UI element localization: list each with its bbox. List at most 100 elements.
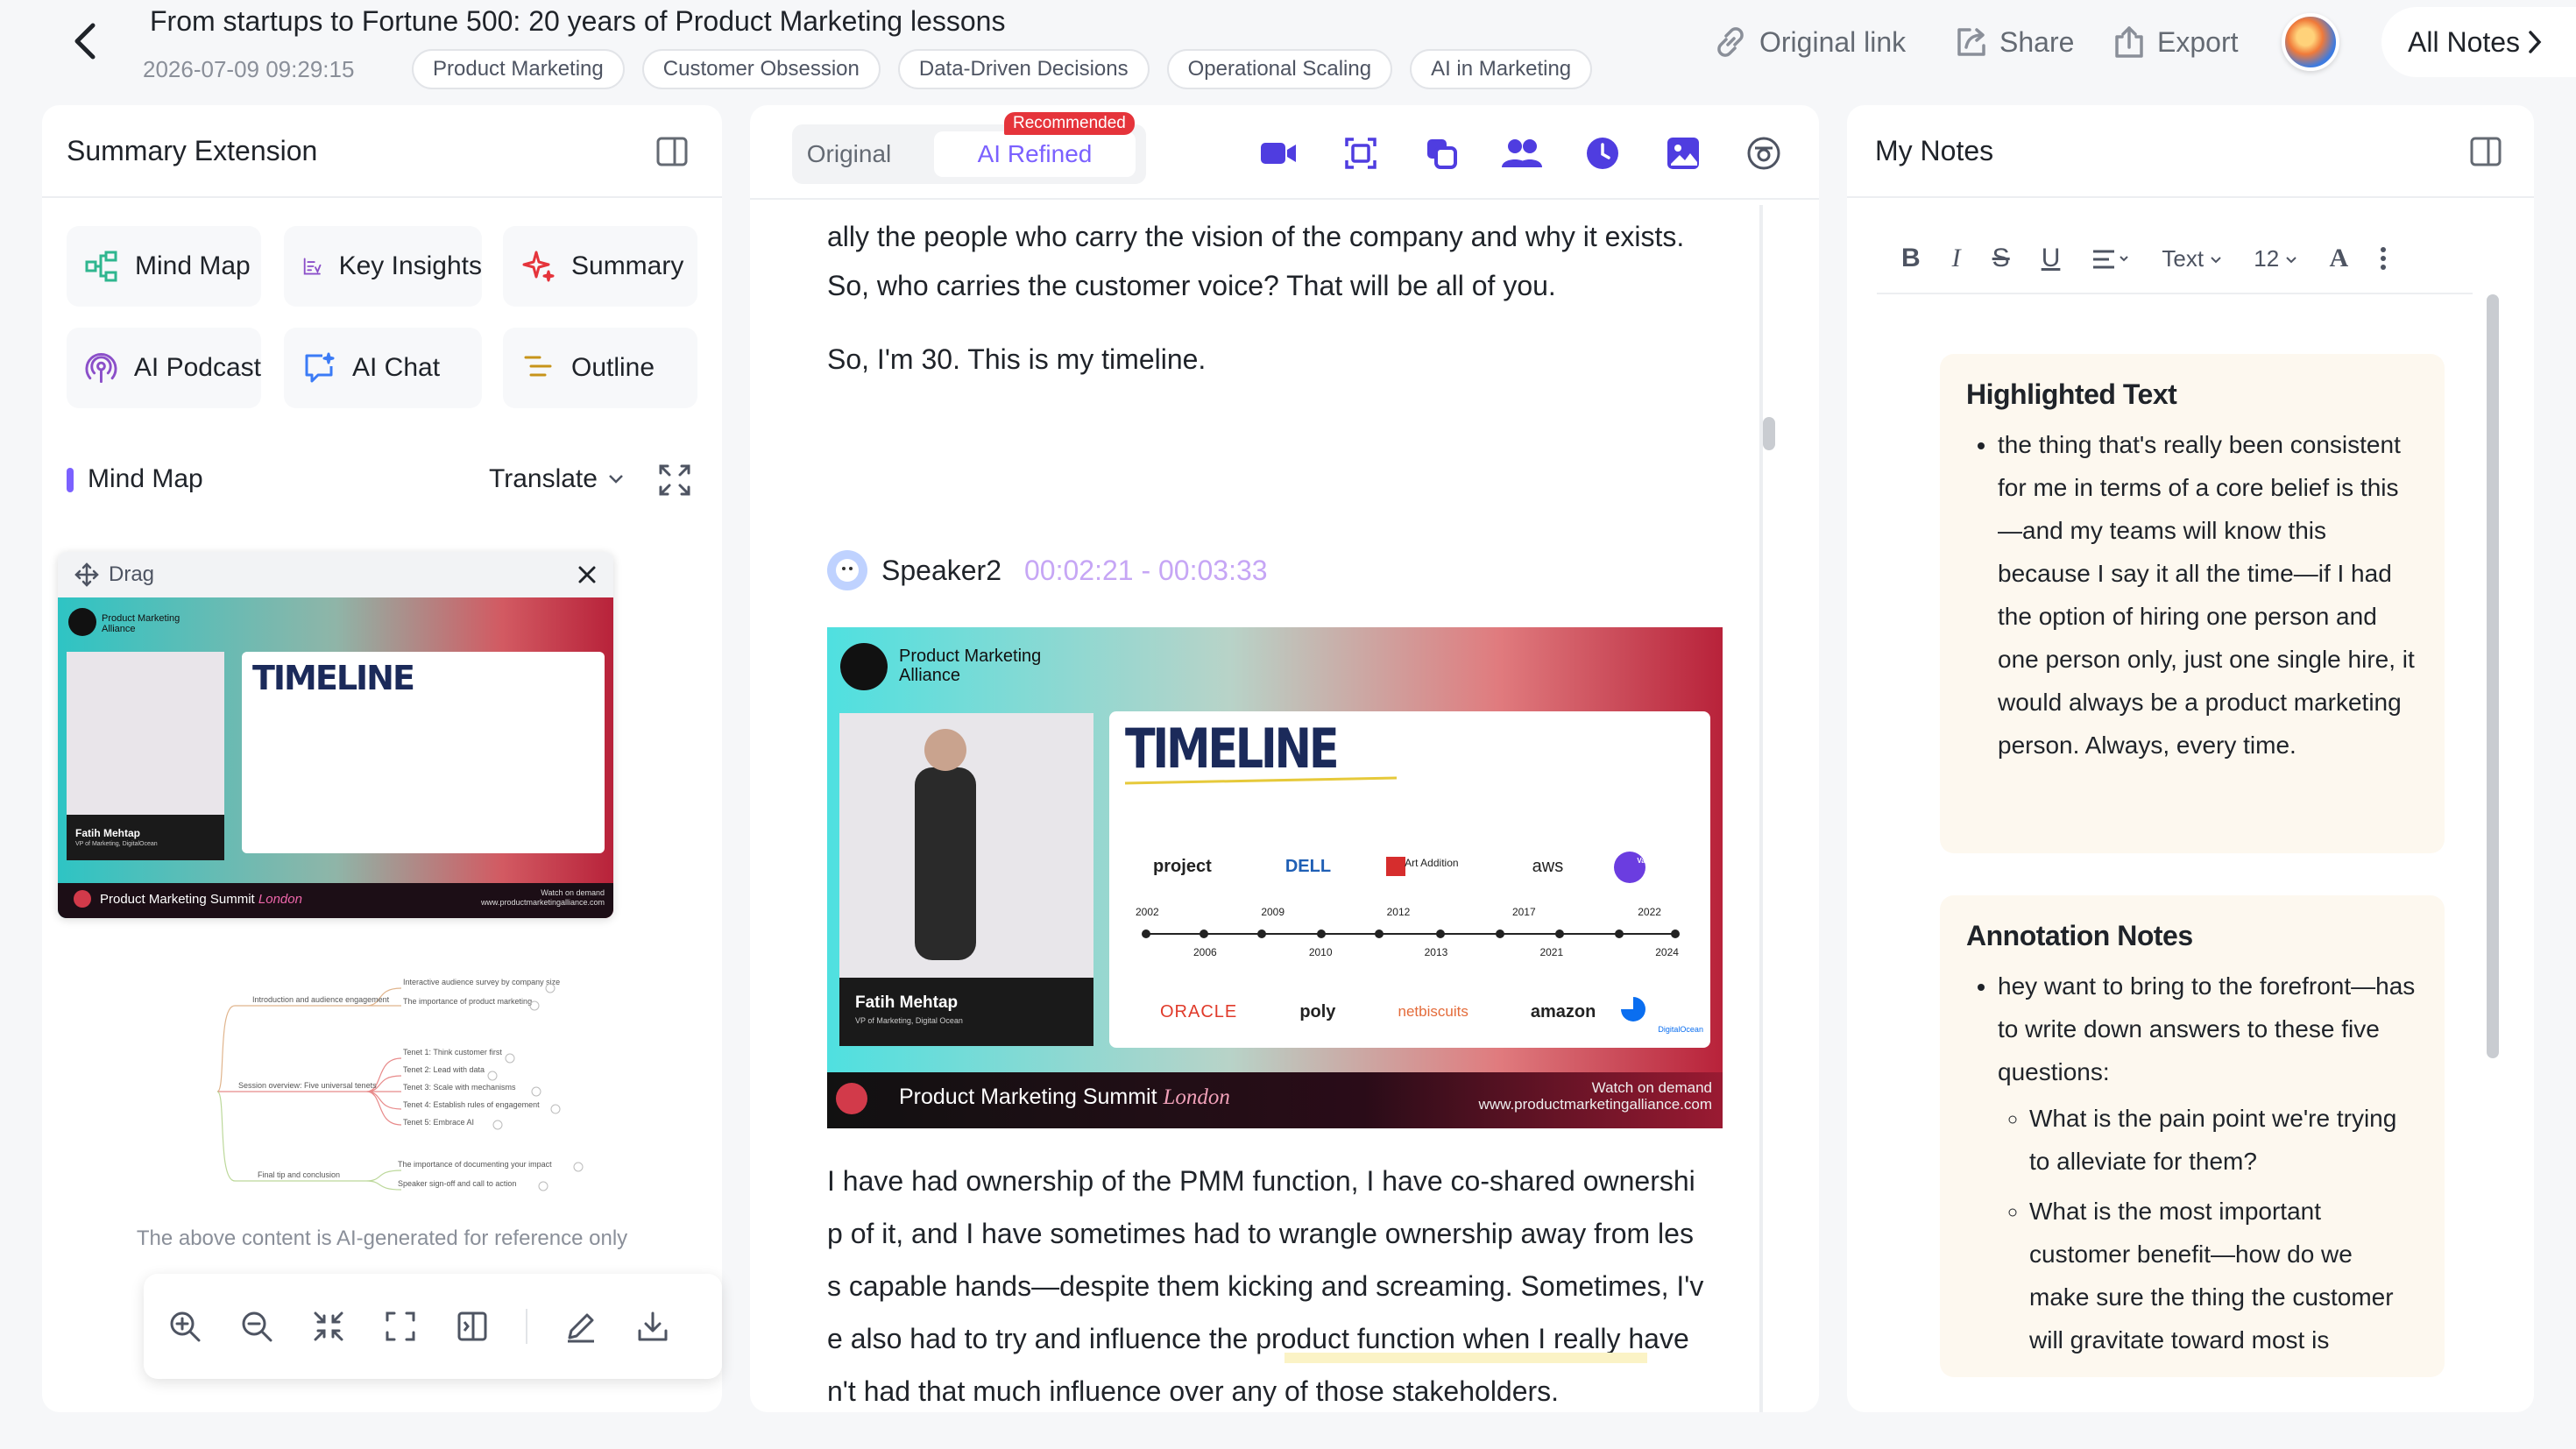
year-label: 2009 — [1261, 906, 1285, 918]
mind-map-tile[interactable]: Mind Map — [67, 226, 261, 307]
logo-text: Art Addition — [1405, 857, 1459, 869]
scrollbar-thumb[interactable] — [1763, 417, 1775, 450]
expand-icon[interactable] — [657, 463, 692, 498]
tag-chip[interactable]: Customer Obsession — [641, 49, 881, 89]
tree-leaf[interactable]: Tenet 5: Embrace AI — [403, 1118, 474, 1127]
text-style-dropdown[interactable]: Text — [2162, 245, 2222, 272]
tree-node[interactable]: Session overview: Five universal tenets — [238, 1081, 377, 1090]
notes-scrollbar[interactable] — [2487, 294, 2499, 1058]
tree-leaf[interactable]: The importance of documenting your impac… — [398, 1160, 552, 1169]
slide-event-text: Product Marketing Summit — [899, 1085, 1157, 1109]
drag-handle[interactable]: Drag — [58, 552, 613, 597]
screenshot-icon[interactable] — [1341, 133, 1381, 173]
share-button[interactable]: Share — [1952, 19, 2074, 65]
tag-chip[interactable]: Data-Driven Decisions — [897, 49, 1150, 89]
underline-icon[interactable]: U — [2042, 244, 2061, 273]
tree-leaf[interactable]: Tenet 1: Think customer first — [403, 1048, 502, 1057]
ai-disclaimer: The above content is AI-generated for re… — [136, 1226, 628, 1250]
font-size-dropdown[interactable]: 12 — [2254, 245, 2297, 272]
thumb-speaker: Fatih Mehtap — [75, 827, 140, 839]
section-marker — [67, 468, 74, 492]
align-dropdown[interactable] — [2091, 244, 2130, 273]
zoom-in-icon[interactable] — [166, 1308, 203, 1345]
strikethrough-icon[interactable]: S — [1992, 244, 2010, 273]
mind-map-tree[interactable]: Introduction and audience engagement Ses… — [165, 953, 655, 1198]
transcript-line: n't had that much influence over any of … — [827, 1375, 1560, 1407]
tab-ai-refined[interactable]: AI Refined — [934, 131, 1136, 177]
tree-leaf[interactable]: Tenet 4: Establish rules of engagement — [403, 1100, 540, 1109]
speaker-avatar — [827, 550, 867, 590]
tree-node[interactable]: Introduction and audience engagement — [252, 995, 390, 1004]
logo-text: ORACLE — [1160, 1001, 1238, 1021]
slide-watch: Watch on demand www.productmarketingallia… — [1476, 1079, 1712, 1113]
tree-leaf[interactable]: Speaker sign-off and call to action — [398, 1179, 516, 1188]
annotation-notes-card[interactable]: Annotation Notes hey want to bring to th… — [1940, 895, 2445, 1377]
tag-chip[interactable]: AI in Marketing — [1410, 49, 1593, 89]
highlight-mark — [1284, 1353, 1647, 1363]
tree-leaf[interactable]: The importance of product marketing — [403, 997, 532, 1006]
panel-toggle-icon[interactable] — [2469, 135, 2502, 168]
speakers-icon[interactable] — [1502, 133, 1542, 173]
bold-icon[interactable]: B — [1901, 244, 1921, 273]
logo-text: poly — [1299, 1001, 1336, 1021]
thumb-event-text: Product Marketing Summit — [100, 892, 255, 907]
ai-camera-icon[interactable] — [1744, 133, 1784, 173]
mind-map-preview-card[interactable]: Drag Product Marketing Alliance TIMELINE… — [58, 552, 613, 918]
outline-tile[interactable]: Outline — [503, 328, 697, 408]
ai-chat-tile[interactable]: AI Chat — [284, 328, 482, 408]
back-button[interactable] — [63, 19, 107, 63]
slide-watch-text: Watch on demand — [1591, 1079, 1712, 1096]
clock-icon[interactable] — [1582, 133, 1623, 173]
tile-label: AI Chat — [352, 353, 441, 382]
chevron-down-icon — [609, 475, 623, 484]
format-toolbar: B I S U Text 12 A — [1901, 237, 2387, 280]
collapse-icon[interactable] — [310, 1308, 347, 1345]
video-icon[interactable] — [1258, 133, 1299, 173]
ai-podcast-tile[interactable]: AI Podcast — [67, 328, 261, 408]
export-icon — [2115, 26, 2143, 58]
original-link-button[interactable]: Original link — [1710, 19, 1906, 65]
panel-toggle-icon[interactable] — [655, 135, 689, 168]
mind-map-icon — [85, 251, 117, 282]
font-color-icon[interactable]: A — [2329, 244, 2348, 273]
copy-icon[interactable] — [1421, 133, 1461, 173]
image-icon[interactable] — [1663, 133, 1703, 173]
highlighted-text-card[interactable]: Highlighted Text the thing that's really… — [1940, 354, 2445, 853]
text-style-label: Text — [2162, 244, 2204, 272]
summary-tile[interactable]: Summary — [503, 226, 697, 307]
italic-icon[interactable]: I — [1952, 244, 1961, 273]
outline-icon — [524, 356, 552, 377]
more-icon[interactable] — [2380, 246, 2387, 271]
scrollbar-track[interactable] — [1759, 205, 1763, 1412]
thumb-watch: Watch on demand www.productmarketingallia… — [461, 888, 605, 908]
tab-original[interactable]: Original — [801, 131, 897, 177]
sidebar-icon[interactable] — [454, 1308, 491, 1345]
tile-label: Summary — [571, 251, 684, 280]
edit-icon[interactable] — [563, 1308, 599, 1345]
translate-dropdown[interactable]: Translate — [489, 464, 624, 494]
tag-chip[interactable]: Operational Scaling — [1166, 49, 1393, 89]
slide-site: www.productmarketingalliance.com — [1478, 1096, 1712, 1113]
key-insights-tile[interactable]: Key Insights — [284, 226, 482, 307]
share-icon — [1957, 28, 1985, 56]
export-button[interactable]: Export — [2110, 19, 2238, 65]
tree-leaf[interactable]: Interactive audience survey by company s… — [403, 978, 560, 986]
speaker-timestamp[interactable]: 00:02:21 - 00:03:33 — [1024, 555, 1268, 587]
tree-leaf[interactable]: Tenet 3: Scale with mechanisms — [403, 1083, 516, 1092]
tile-label: Mind Map — [135, 251, 251, 280]
tree-leaf[interactable]: Tenet 2: Lead with data — [403, 1065, 485, 1074]
tile-label: Outline — [571, 353, 655, 382]
zoom-out-icon[interactable] — [238, 1308, 275, 1345]
annotation-item: hey want to bring to the forefront—has t… — [1998, 965, 2418, 1093]
logo-text: DELL — [1284, 857, 1332, 876]
close-icon[interactable] — [577, 564, 598, 585]
all-notes-button[interactable]: All Notes — [2381, 7, 2576, 77]
logo-text: project — [1153, 857, 1212, 876]
download-icon[interactable] — [634, 1308, 671, 1345]
speaker-name: Speaker2 — [881, 554, 1001, 586]
tree-node[interactable]: Final tip and conclusion — [258, 1170, 340, 1179]
fit-screen-icon[interactable] — [382, 1308, 419, 1345]
avatar[interactable] — [2282, 13, 2339, 71]
tag-chip[interactable]: Product Marketing — [412, 49, 625, 89]
year-label: 2012 — [1386, 906, 1411, 918]
